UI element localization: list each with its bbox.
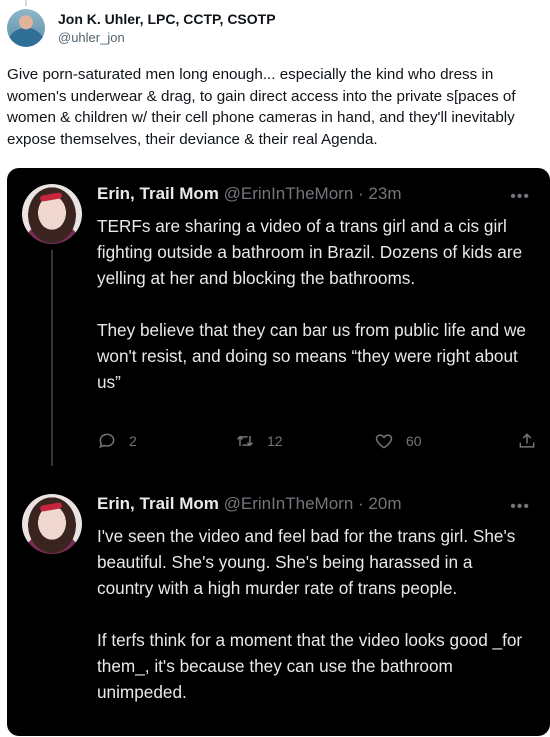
thread-line [51, 250, 53, 466]
avatar[interactable] [22, 184, 82, 244]
tweet-text: Give porn-saturated men long enough... e… [7, 66, 516, 148]
tweet-actions: 2 12 60 [97, 431, 537, 457]
author-handle[interactable]: @ErinInTheMorn [224, 494, 354, 513]
thread-connector [25, 0, 27, 6]
quoted-thread-card: Erin, Trail Mom @ErinInTheMorn · 23m •••… [7, 168, 550, 736]
avatar[interactable] [22, 494, 82, 554]
tweet-text: I've seen the video and feel bad for the… [97, 526, 523, 702]
tweet-text: TERFs are sharing a video of a trans gir… [97, 216, 526, 392]
avatar[interactable] [7, 9, 45, 47]
reply-button[interactable]: 2 [97, 431, 137, 451]
like-icon [375, 434, 393, 449]
retweet-icon [236, 435, 254, 447]
share-icon [519, 433, 535, 448]
author-handle[interactable]: @uhler_jon [58, 30, 125, 45]
more-icon[interactable]: ••• [510, 498, 530, 516]
author-name[interactable]: Erin, Trail Mom [97, 494, 219, 513]
reply-count: 2 [129, 433, 137, 449]
author-name[interactable]: Erin, Trail Mom [97, 184, 219, 203]
author-name[interactable]: Jon K. Uhler, LPC, CCTP, CSOTP [58, 11, 276, 27]
like-count: 60 [406, 433, 422, 449]
tweet-header: Erin, Trail Mom @ErinInTheMorn · 23m [97, 184, 402, 204]
timestamp[interactable]: · 23m [358, 184, 401, 203]
quoted-tweet-2[interactable]: Erin, Trail Mom @ErinInTheMorn · 20m •••… [7, 478, 550, 736]
author-handle[interactable]: @ErinInTheMorn [224, 184, 354, 203]
share-button[interactable] [517, 431, 549, 451]
more-icon[interactable]: ••• [510, 188, 530, 206]
quoted-tweet-1[interactable]: Erin, Trail Mom @ErinInTheMorn · 23m •••… [7, 168, 550, 478]
like-button[interactable]: 60 [374, 431, 422, 451]
retweet-count: 12 [267, 433, 283, 449]
reply-icon [99, 433, 115, 449]
tweet-header: Jon K. Uhler, LPC, CCTP, CSOTP @uhler_jo… [7, 9, 527, 53]
retweet-button[interactable]: 12 [235, 431, 283, 451]
tweet-header: Erin, Trail Mom @ErinInTheMorn · 20m [97, 494, 402, 514]
timestamp[interactable]: · 20m [358, 494, 401, 513]
